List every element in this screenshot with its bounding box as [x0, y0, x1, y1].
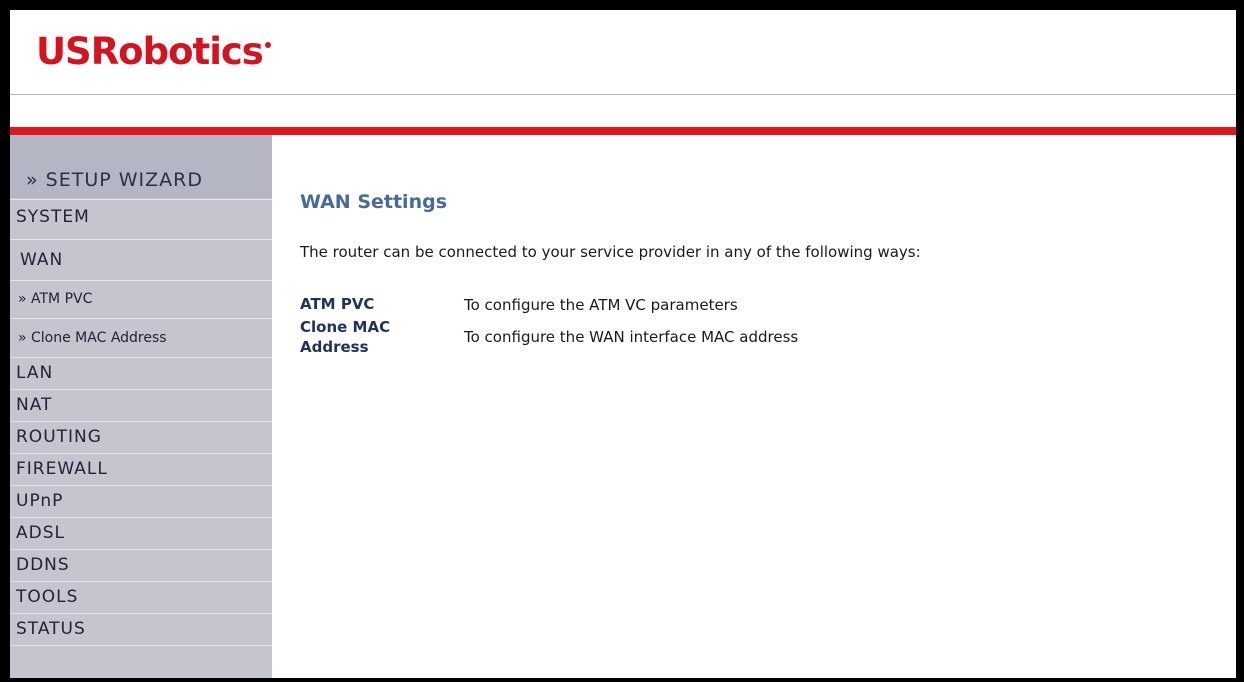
page-title: WAN Settings	[300, 191, 448, 213]
header-red-bar	[10, 127, 1236, 135]
sidebar-item-wan[interactable]: WAN	[10, 239, 272, 279]
sidebar: » SETUP WIZARD SYSTEM WAN » ATM PVC » Cl…	[10, 135, 272, 678]
option-clone-mac-link[interactable]: Clone MAC Address	[300, 317, 392, 357]
registered-mark-icon	[264, 42, 271, 48]
sidebar-spacer	[10, 645, 272, 678]
sidebar-item-routing[interactable]: ROUTING	[10, 421, 272, 452]
router-admin-page: USRobotics » SETUP WIZARD SYSTEM WAN » A…	[10, 10, 1236, 678]
sidebar-item-system[interactable]: SYSTEM	[10, 199, 272, 232]
option-atm-pvc-link[interactable]: ATM PVC	[300, 294, 374, 314]
option-atm-pvc-description: To configure the ATM VC parameters	[464, 296, 738, 314]
sidebar-item-status[interactable]: STATUS	[10, 613, 272, 644]
main-content: WAN Settings The router can be connected…	[272, 135, 1236, 678]
sidebar-item-adsl[interactable]: ADSL	[10, 517, 272, 548]
sidebar-item-atm-pvc[interactable]: » ATM PVC	[10, 280, 272, 317]
header: USRobotics	[10, 10, 1236, 95]
sidebar-item-firewall[interactable]: FIREWALL	[10, 453, 272, 484]
setup-wizard-link[interactable]: » SETUP WIZARD	[10, 135, 272, 198]
option-clone-mac-description: To configure the WAN interface MAC addre…	[464, 328, 799, 346]
sidebar-item-tools[interactable]: TOOLS	[10, 581, 272, 612]
intro-text: The router can be connected to your serv…	[300, 243, 921, 261]
setup-wizard-label: » SETUP WIZARD	[26, 169, 203, 191]
sidebar-item-lan[interactable]: LAN	[10, 357, 272, 388]
sidebar-item-upnp[interactable]: UPnP	[10, 485, 272, 516]
usrobotics-logo: USRobotics	[36, 32, 271, 72]
sidebar-item-nat[interactable]: NAT	[10, 389, 272, 420]
brand-name: USRobotics	[36, 30, 264, 73]
sidebar-item-ddns[interactable]: DDNS	[10, 549, 272, 580]
sidebar-item-clone-mac-address[interactable]: » Clone MAC Address	[10, 318, 272, 356]
